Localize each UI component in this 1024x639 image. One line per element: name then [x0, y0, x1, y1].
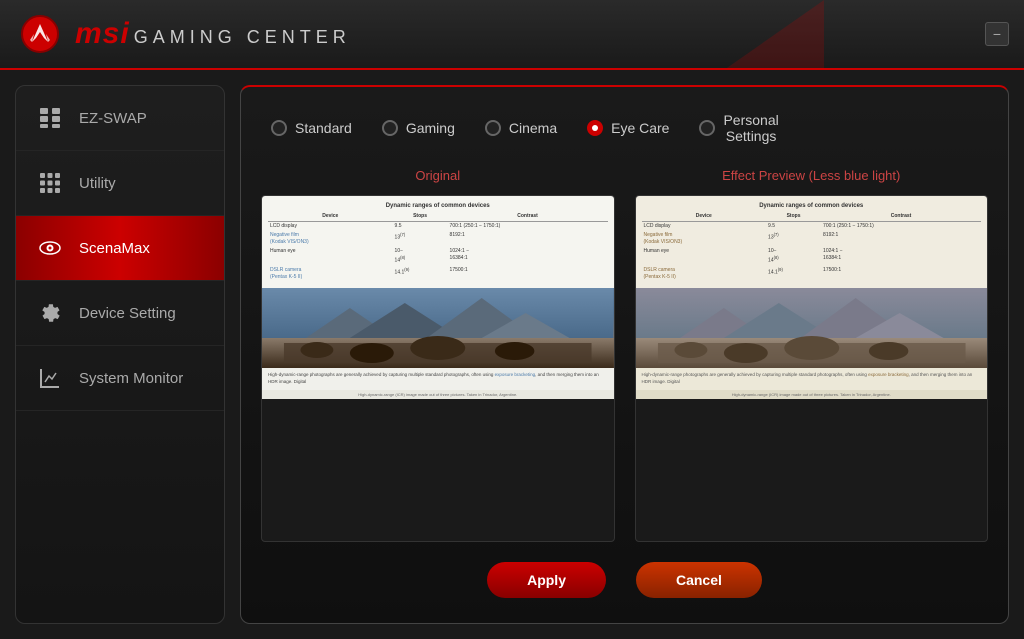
apps-icon [36, 169, 64, 197]
option-standard[interactable]: Standard [271, 120, 352, 136]
sidebar-item-ez-swap[interactable]: EZ-SWAP [16, 86, 224, 151]
logo-area: msi GAMING CENTER [20, 14, 351, 54]
effect-caption: High-dynamic-range (ICR) image made out … [636, 390, 988, 399]
sidebar-label-device-setting: Device Setting [79, 305, 176, 322]
effect-preview-title: Effect Preview (Less blue light) [635, 164, 989, 187]
chart-icon [36, 364, 64, 392]
minimize-button[interactable]: − [985, 22, 1009, 46]
option-cinema[interactable]: Cinema [485, 120, 557, 136]
radio-cinema [485, 120, 501, 136]
table-row: DSLR camera(Pentax K-5 II)14.1(9)17500:1 [642, 266, 982, 282]
msi-dragon-logo [20, 14, 60, 54]
radio-personal-settings [699, 120, 715, 136]
table-row: Human eye10−14(8)1024:1 −16384:1 [642, 247, 982, 266]
radio-standard [271, 120, 287, 136]
option-eye-care[interactable]: Eye Care [587, 120, 669, 136]
sidebar-item-system-monitor[interactable]: System Monitor [16, 346, 224, 411]
original-mountain-photo [262, 288, 614, 368]
col-stops-2: Stops [766, 212, 821, 222]
original-caption: High-dynamic-range (ICR) image made out … [262, 390, 614, 399]
radio-eye-care [587, 120, 603, 136]
sidebar-item-scenamax[interactable]: ScenaMax [16, 216, 224, 281]
table-row: Human eye10−14(8)1024:1 −16384:1 [268, 247, 608, 266]
cancel-button[interactable]: Cancel [636, 562, 762, 598]
option-personal-settings-label: PersonalSettings [723, 112, 778, 144]
effect-body-text: High-dynamic-range photographs are gener… [636, 368, 988, 390]
effect-hdr-image: Dynamic ranges of common devices Device … [636, 196, 988, 541]
original-table: Dynamic ranges of common devices Device … [262, 196, 614, 288]
brand-msi: msi [75, 17, 130, 51]
brand-gaming-center: GAMING CENTER [134, 27, 351, 48]
app-header: msi GAMING CENTER − [0, 0, 1024, 70]
grid-icon [36, 104, 64, 132]
sidebar-item-utility[interactable]: Utility [16, 151, 224, 216]
eye-icon [36, 234, 64, 262]
option-personal-settings[interactable]: PersonalSettings [699, 112, 778, 144]
sidebar-label-ez-swap: EZ-SWAP [79, 110, 147, 127]
main-content: EZ-SWAP Utility [0, 70, 1024, 639]
col-contrast-2: Contrast [821, 212, 981, 222]
table-row: DSLR camera(Pentax K-5 II)14.1(9)17500:1 [268, 266, 608, 282]
col-contrast: Contrast [448, 212, 608, 222]
sidebar-label-system-monitor: System Monitor [79, 370, 183, 387]
option-standard-label: Standard [295, 120, 352, 136]
original-table-title: Dynamic ranges of common devices [268, 202, 608, 210]
effect-table-title: Dynamic ranges of common devices [642, 202, 982, 210]
original-hdr-image: Dynamic ranges of common devices Device … [262, 196, 614, 541]
sidebar-label-scenamax: ScenaMax [79, 240, 150, 257]
option-eye-care-label: Eye Care [611, 120, 669, 136]
effect-table: Dynamic ranges of common devices Device … [636, 196, 988, 288]
bottom-buttons: Apply Cancel [261, 557, 988, 603]
table-row: LCD display9.5700:1 (250:1 − 1750:1) [268, 222, 608, 232]
effect-preview-panel: Effect Preview (Less blue light) Dynamic… [635, 164, 989, 542]
gear-icon [36, 299, 64, 327]
apply-button[interactable]: Apply [487, 562, 606, 598]
table-row: Negative film(Kodak VIS/ON3)13(7)8192:1 [268, 231, 608, 247]
main-panel: Standard Gaming Cinema Eye Care Personal… [240, 85, 1009, 624]
original-panel: Original Dynamic ranges of common device… [261, 164, 615, 542]
option-gaming-label: Gaming [406, 120, 455, 136]
col-device-2: Device [642, 212, 767, 222]
col-stops: Stops [393, 212, 448, 222]
sidebar: EZ-SWAP Utility [15, 85, 225, 624]
options-row: Standard Gaming Cinema Eye Care Personal… [261, 107, 988, 149]
preview-area: Original Dynamic ranges of common device… [261, 164, 988, 542]
radio-gaming [382, 120, 398, 136]
sidebar-label-utility: Utility [79, 175, 116, 192]
original-body-text: High-dynamic-range photographs are gener… [262, 368, 614, 390]
effect-mountain-photo [636, 288, 988, 368]
original-title: Original [261, 164, 615, 187]
option-cinema-label: Cinema [509, 120, 557, 136]
table-row: LCD display9.5700:1 (250:1 − 1750:1) [642, 222, 982, 232]
original-image: Dynamic ranges of common devices Device … [261, 195, 615, 542]
col-device: Device [268, 212, 393, 222]
effect-preview-image: Dynamic ranges of common devices Device … [635, 195, 989, 542]
sidebar-item-device-setting[interactable]: Device Setting [16, 281, 224, 346]
option-gaming[interactable]: Gaming [382, 120, 455, 136]
table-row: Negative film(Kodak VIS/ON3)13(7)8192:1 [642, 231, 982, 247]
